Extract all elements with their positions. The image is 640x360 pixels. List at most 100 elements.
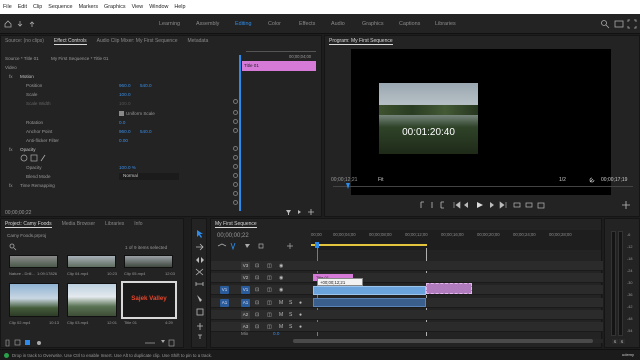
solo-right-button[interactable]: S bbox=[619, 339, 625, 344]
prop-scale-value[interactable]: 100.0 bbox=[119, 92, 131, 97]
tab-audio-clip-mixer[interactable]: Audio Clip Mixer: My First Sequence bbox=[97, 38, 178, 44]
workspace-audio[interactable]: Audio bbox=[331, 21, 345, 27]
project-thumb[interactable] bbox=[9, 255, 58, 268]
fullscreen-icon[interactable] bbox=[627, 19, 637, 29]
import-icon[interactable] bbox=[16, 20, 24, 28]
lock-icon[interactable]: ⊡ bbox=[255, 263, 259, 269]
reset-icon[interactable] bbox=[233, 182, 238, 187]
prop-position-x[interactable]: 960.0 bbox=[119, 83, 131, 88]
timeline-ruler[interactable]: 00;00 00;00;04;00 00;00;08;00 00;00;12;0… bbox=[311, 230, 601, 250]
tab-media-browser[interactable]: Media Browser bbox=[62, 221, 95, 227]
prop-anchor-y[interactable]: 540.0 bbox=[140, 129, 152, 134]
workspace-effects[interactable]: Effects bbox=[299, 21, 315, 27]
mask-tools[interactable] bbox=[20, 154, 46, 162]
timeline-scrollbar[interactable] bbox=[293, 339, 603, 343]
lock-icon[interactable]: ⊡ bbox=[255, 324, 259, 330]
reset-icon[interactable] bbox=[233, 173, 238, 178]
track-label-a1[interactable]: A1 bbox=[241, 299, 250, 307]
voiceover-mic-icon[interactable]: ● bbox=[299, 312, 302, 318]
program-timeline-bar[interactable] bbox=[333, 186, 633, 187]
reset-icon[interactable] bbox=[233, 128, 238, 133]
eye-icon[interactable]: ◉ bbox=[279, 275, 283, 281]
reset-icon[interactable] bbox=[233, 164, 238, 169]
a1-audio-clip[interactable] bbox=[313, 298, 426, 307]
solo-left-button[interactable]: S bbox=[612, 339, 618, 344]
menu-sequence[interactable]: Sequence bbox=[48, 4, 72, 10]
fit-select[interactable]: Fit bbox=[378, 177, 384, 183]
work-area-bar[interactable] bbox=[311, 244, 427, 246]
project-thumb[interactable] bbox=[124, 255, 173, 268]
workspace-learning[interactable]: Learning bbox=[159, 21, 180, 27]
resolution-select[interactable]: 1/2 bbox=[559, 177, 566, 183]
project-thumb[interactable] bbox=[67, 283, 117, 317]
sync-lock-icon[interactable]: ◫ bbox=[267, 300, 272, 306]
project-footer-icons[interactable] bbox=[5, 339, 181, 347]
lock-icon[interactable]: ⊡ bbox=[255, 287, 259, 293]
tab-effect-controls[interactable]: Effect Controls bbox=[53, 38, 87, 45]
project-thumb[interactable] bbox=[67, 255, 116, 268]
ec-title-clip[interactable]: Title 01 bbox=[242, 61, 316, 71]
reset-icon[interactable] bbox=[233, 99, 238, 104]
prop-position-y[interactable]: 540.0 bbox=[140, 83, 152, 88]
sync-lock-icon[interactable]: ◫ bbox=[267, 287, 272, 293]
menu-help[interactable]: Help bbox=[174, 4, 185, 10]
lock-icon[interactable]: ⊡ bbox=[255, 300, 259, 306]
reset-icon[interactable] bbox=[233, 110, 238, 115]
menu-clip[interactable]: Clip bbox=[33, 4, 42, 10]
workspace-captions[interactable]: Captions bbox=[399, 21, 420, 27]
v1-drag-ghost-clip[interactable] bbox=[426, 283, 472, 294]
timeline-scrollbar-thumb[interactable] bbox=[293, 339, 593, 343]
section-opacity[interactable]: Opacity bbox=[20, 147, 36, 152]
program-title[interactable]: Program: My First Sequence bbox=[329, 38, 393, 45]
export-icon[interactable] bbox=[28, 20, 36, 28]
voiceover-mic-icon[interactable]: ● bbox=[299, 324, 302, 330]
reset-icon[interactable] bbox=[233, 191, 238, 196]
workspace-editing[interactable]: Editing bbox=[235, 21, 251, 27]
project-thumb[interactable] bbox=[9, 283, 59, 317]
project-thumb-title-selected[interactable]: Sajek Valley bbox=[121, 281, 177, 319]
tool-icons[interactable] bbox=[195, 229, 205, 339]
transport-controls[interactable] bbox=[419, 201, 549, 209]
mute-button[interactable]: M bbox=[279, 324, 283, 330]
track-label-a3[interactable]: A3 bbox=[241, 323, 250, 331]
menu-edit[interactable]: Edit bbox=[18, 4, 27, 10]
reset-icon[interactable] bbox=[233, 155, 238, 160]
button-editor-icon[interactable] bbox=[619, 201, 633, 209]
menu-file[interactable]: File bbox=[3, 4, 12, 10]
search-icon[interactable] bbox=[9, 243, 17, 251]
breadcrumb-sequence[interactable]: My First Sequence * Title 01 bbox=[51, 56, 108, 61]
uniform-scale-checkbox[interactable] bbox=[119, 111, 124, 116]
breadcrumb-source[interactable]: Source * Title 01 bbox=[5, 56, 39, 61]
section-time-remapping[interactable]: Time Remapping bbox=[20, 183, 55, 188]
tab-source[interactable]: Source: (no clips) bbox=[5, 38, 44, 44]
workspace-color[interactable]: Color bbox=[268, 21, 281, 27]
wrench-icon[interactable] bbox=[589, 177, 595, 183]
mix-value[interactable]: 0.0 bbox=[273, 331, 279, 336]
track-label-a2[interactable]: A2 bbox=[241, 311, 250, 319]
prop-antiflicker-value[interactable]: 0.00 bbox=[119, 138, 128, 143]
workspace-graphics[interactable]: Graphics bbox=[362, 21, 384, 27]
mute-button[interactable]: M bbox=[279, 300, 283, 306]
section-motion[interactable]: Motion bbox=[20, 74, 34, 79]
program-timecode-left[interactable]: 00;00;12;21 bbox=[331, 177, 357, 183]
quick-export-icon[interactable] bbox=[614, 19, 624, 29]
reset-icon[interactable] bbox=[233, 200, 238, 205]
v1-video-clip[interactable] bbox=[313, 286, 426, 295]
opacity-value[interactable]: 100.0 % bbox=[119, 165, 136, 170]
tab-sequence[interactable]: My First Sequence bbox=[215, 221, 257, 228]
sync-lock-icon[interactable]: ◫ bbox=[267, 263, 272, 269]
voiceover-mic-icon[interactable]: ● bbox=[299, 300, 302, 306]
track-label-v1[interactable]: V1 bbox=[241, 286, 250, 294]
search-icon[interactable] bbox=[600, 19, 610, 29]
menu-view[interactable]: View bbox=[132, 4, 144, 10]
source-patch-a1[interactable]: A1 bbox=[220, 299, 229, 307]
timeline-tool-icons[interactable] bbox=[217, 242, 303, 250]
track-label-v2[interactable]: V2 bbox=[241, 274, 250, 282]
reset-icon[interactable] bbox=[233, 119, 238, 124]
track-label-v3[interactable]: V3 bbox=[241, 262, 250, 270]
menu-markers[interactable]: Markers bbox=[79, 4, 98, 10]
ec-footer-icons[interactable] bbox=[285, 208, 319, 216]
timeline-timecode[interactable]: 00;00;00;22 bbox=[217, 233, 249, 239]
workspace-libraries[interactable]: Libraries bbox=[435, 21, 456, 27]
prop-anchor-x[interactable]: 960.0 bbox=[119, 129, 131, 134]
